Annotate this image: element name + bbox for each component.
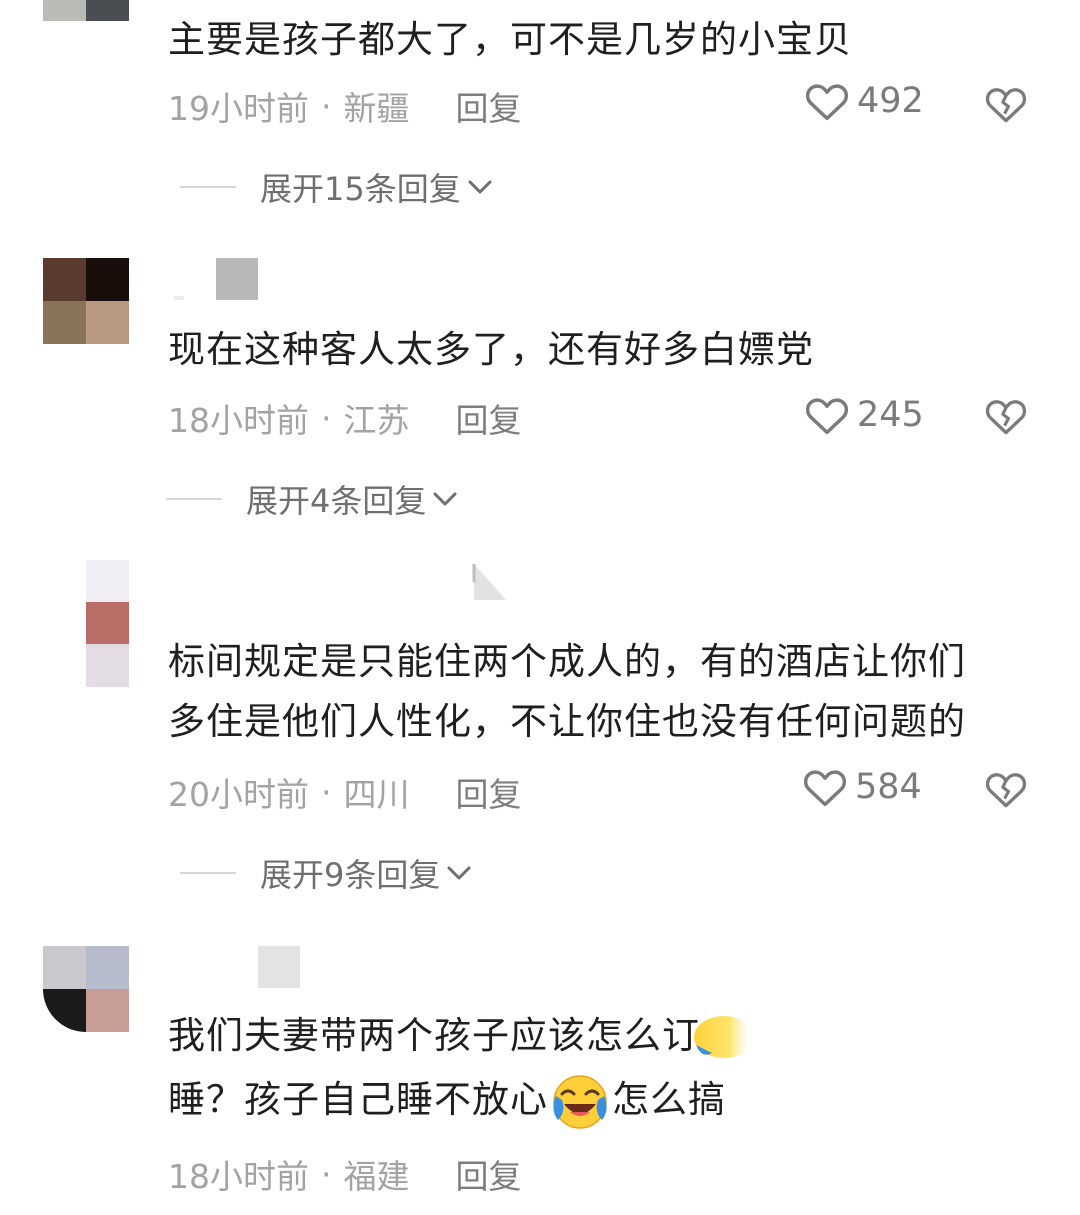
broken-heart-icon — [985, 400, 1027, 435]
meta-separator: · — [321, 86, 332, 126]
expand-replies-button[interactable]: 展开4条回复 — [166, 476, 458, 522]
comment-meta: 18小时前 · 江苏 回复 — [168, 394, 522, 442]
expand-replies-button[interactable]: 展开15条回复 — [180, 164, 493, 210]
broken-heart-icon — [985, 88, 1027, 123]
avatar[interactable] — [43, 258, 129, 344]
reply-button[interactable]: 回复 — [456, 82, 522, 130]
comment-text: 睡？孩子自己睡不放心 怎么搞 — [168, 1070, 726, 1130]
comment-text-line: 睡？孩子自己睡不放心 — [168, 1078, 548, 1121]
meta-separator: · — [321, 398, 332, 438]
divider — [180, 186, 236, 188]
username[interactable] — [258, 946, 302, 990]
username-image — [472, 564, 506, 600]
like-count: 492 — [857, 81, 924, 121]
comment-text-line: 我们夫妻带两个孩子应该怎么订 — [168, 1014, 700, 1057]
comment-text: 我们夫妻带两个孩子应该怎么订 — [168, 1006, 758, 1066]
expand-replies-button[interactable]: 展开9条回复 — [180, 850, 472, 896]
comment-time: 20小时前 — [168, 775, 309, 814]
like-button[interactable]: 584 — [803, 766, 922, 808]
comment-text: 主要是孩子都大了，可不是几岁的小宝贝 — [168, 18, 852, 61]
meta-separator: · — [321, 772, 332, 812]
like-count: 245 — [857, 395, 924, 435]
expand-replies-label: 展开4条回复 — [246, 482, 427, 520]
like-button[interactable]: 245 — [805, 394, 924, 436]
reply-button[interactable]: 回复 — [456, 394, 522, 442]
comment-text: 现在这种客人太多了，还有好多白嫖党 — [168, 328, 814, 371]
comment-text: 多住是他们人性化，不让你住也没有任何问题的 — [168, 700, 966, 743]
username[interactable] — [168, 258, 260, 302]
avatar[interactable] — [86, 560, 129, 687]
reply-button[interactable]: 回复 — [456, 1150, 522, 1198]
comment-location: 福建 — [343, 1157, 410, 1196]
chevron-down-icon — [447, 866, 471, 880]
username[interactable] — [470, 562, 512, 602]
expand-replies-label: 展开9条回复 — [260, 856, 441, 894]
broken-heart-icon — [985, 773, 1027, 808]
expand-replies-label: 展开15条回复 — [260, 170, 461, 208]
heart-outline-icon — [805, 398, 849, 435]
comment-time: 18小时前 — [168, 401, 309, 440]
dislike-button[interactable] — [985, 769, 1027, 813]
chevron-down-icon — [468, 180, 492, 194]
avatar[interactable] — [43, 946, 129, 1032]
laughing-crying-emoji-icon — [553, 1074, 607, 1129]
comment-location: 新疆 — [343, 89, 410, 128]
laughing-crying-emoji-icon — [694, 1015, 754, 1058]
heart-outline-icon — [805, 84, 849, 121]
like-button[interactable]: 492 — [805, 80, 924, 122]
chevron-down-icon — [433, 492, 457, 506]
comment-time: 18小时前 — [168, 1157, 309, 1196]
divider — [180, 872, 236, 874]
comment-time: 19小时前 — [168, 89, 309, 128]
reply-button[interactable]: 回复 — [456, 768, 522, 816]
like-count: 584 — [855, 767, 922, 807]
comment-meta: 20小时前 · 四川 回复 — [168, 768, 522, 816]
meta-separator: · — [321, 1154, 332, 1194]
comment-location: 四川 — [343, 775, 410, 814]
dislike-button[interactable] — [985, 84, 1027, 128]
comment-meta: 18小时前 · 福建 回复 — [168, 1150, 522, 1198]
comment-location: 江苏 — [343, 401, 410, 440]
comment-text-line: 怎么搞 — [612, 1078, 726, 1121]
heart-outline-icon — [803, 770, 847, 807]
divider — [166, 498, 222, 500]
dislike-button[interactable] — [985, 396, 1027, 440]
avatar[interactable] — [43, 0, 129, 42]
comment-meta: 19小时前 · 新疆 回复 — [168, 82, 522, 130]
comment-text: 标间规定是只能住两个成人的，有的酒店让你们 — [168, 640, 966, 683]
